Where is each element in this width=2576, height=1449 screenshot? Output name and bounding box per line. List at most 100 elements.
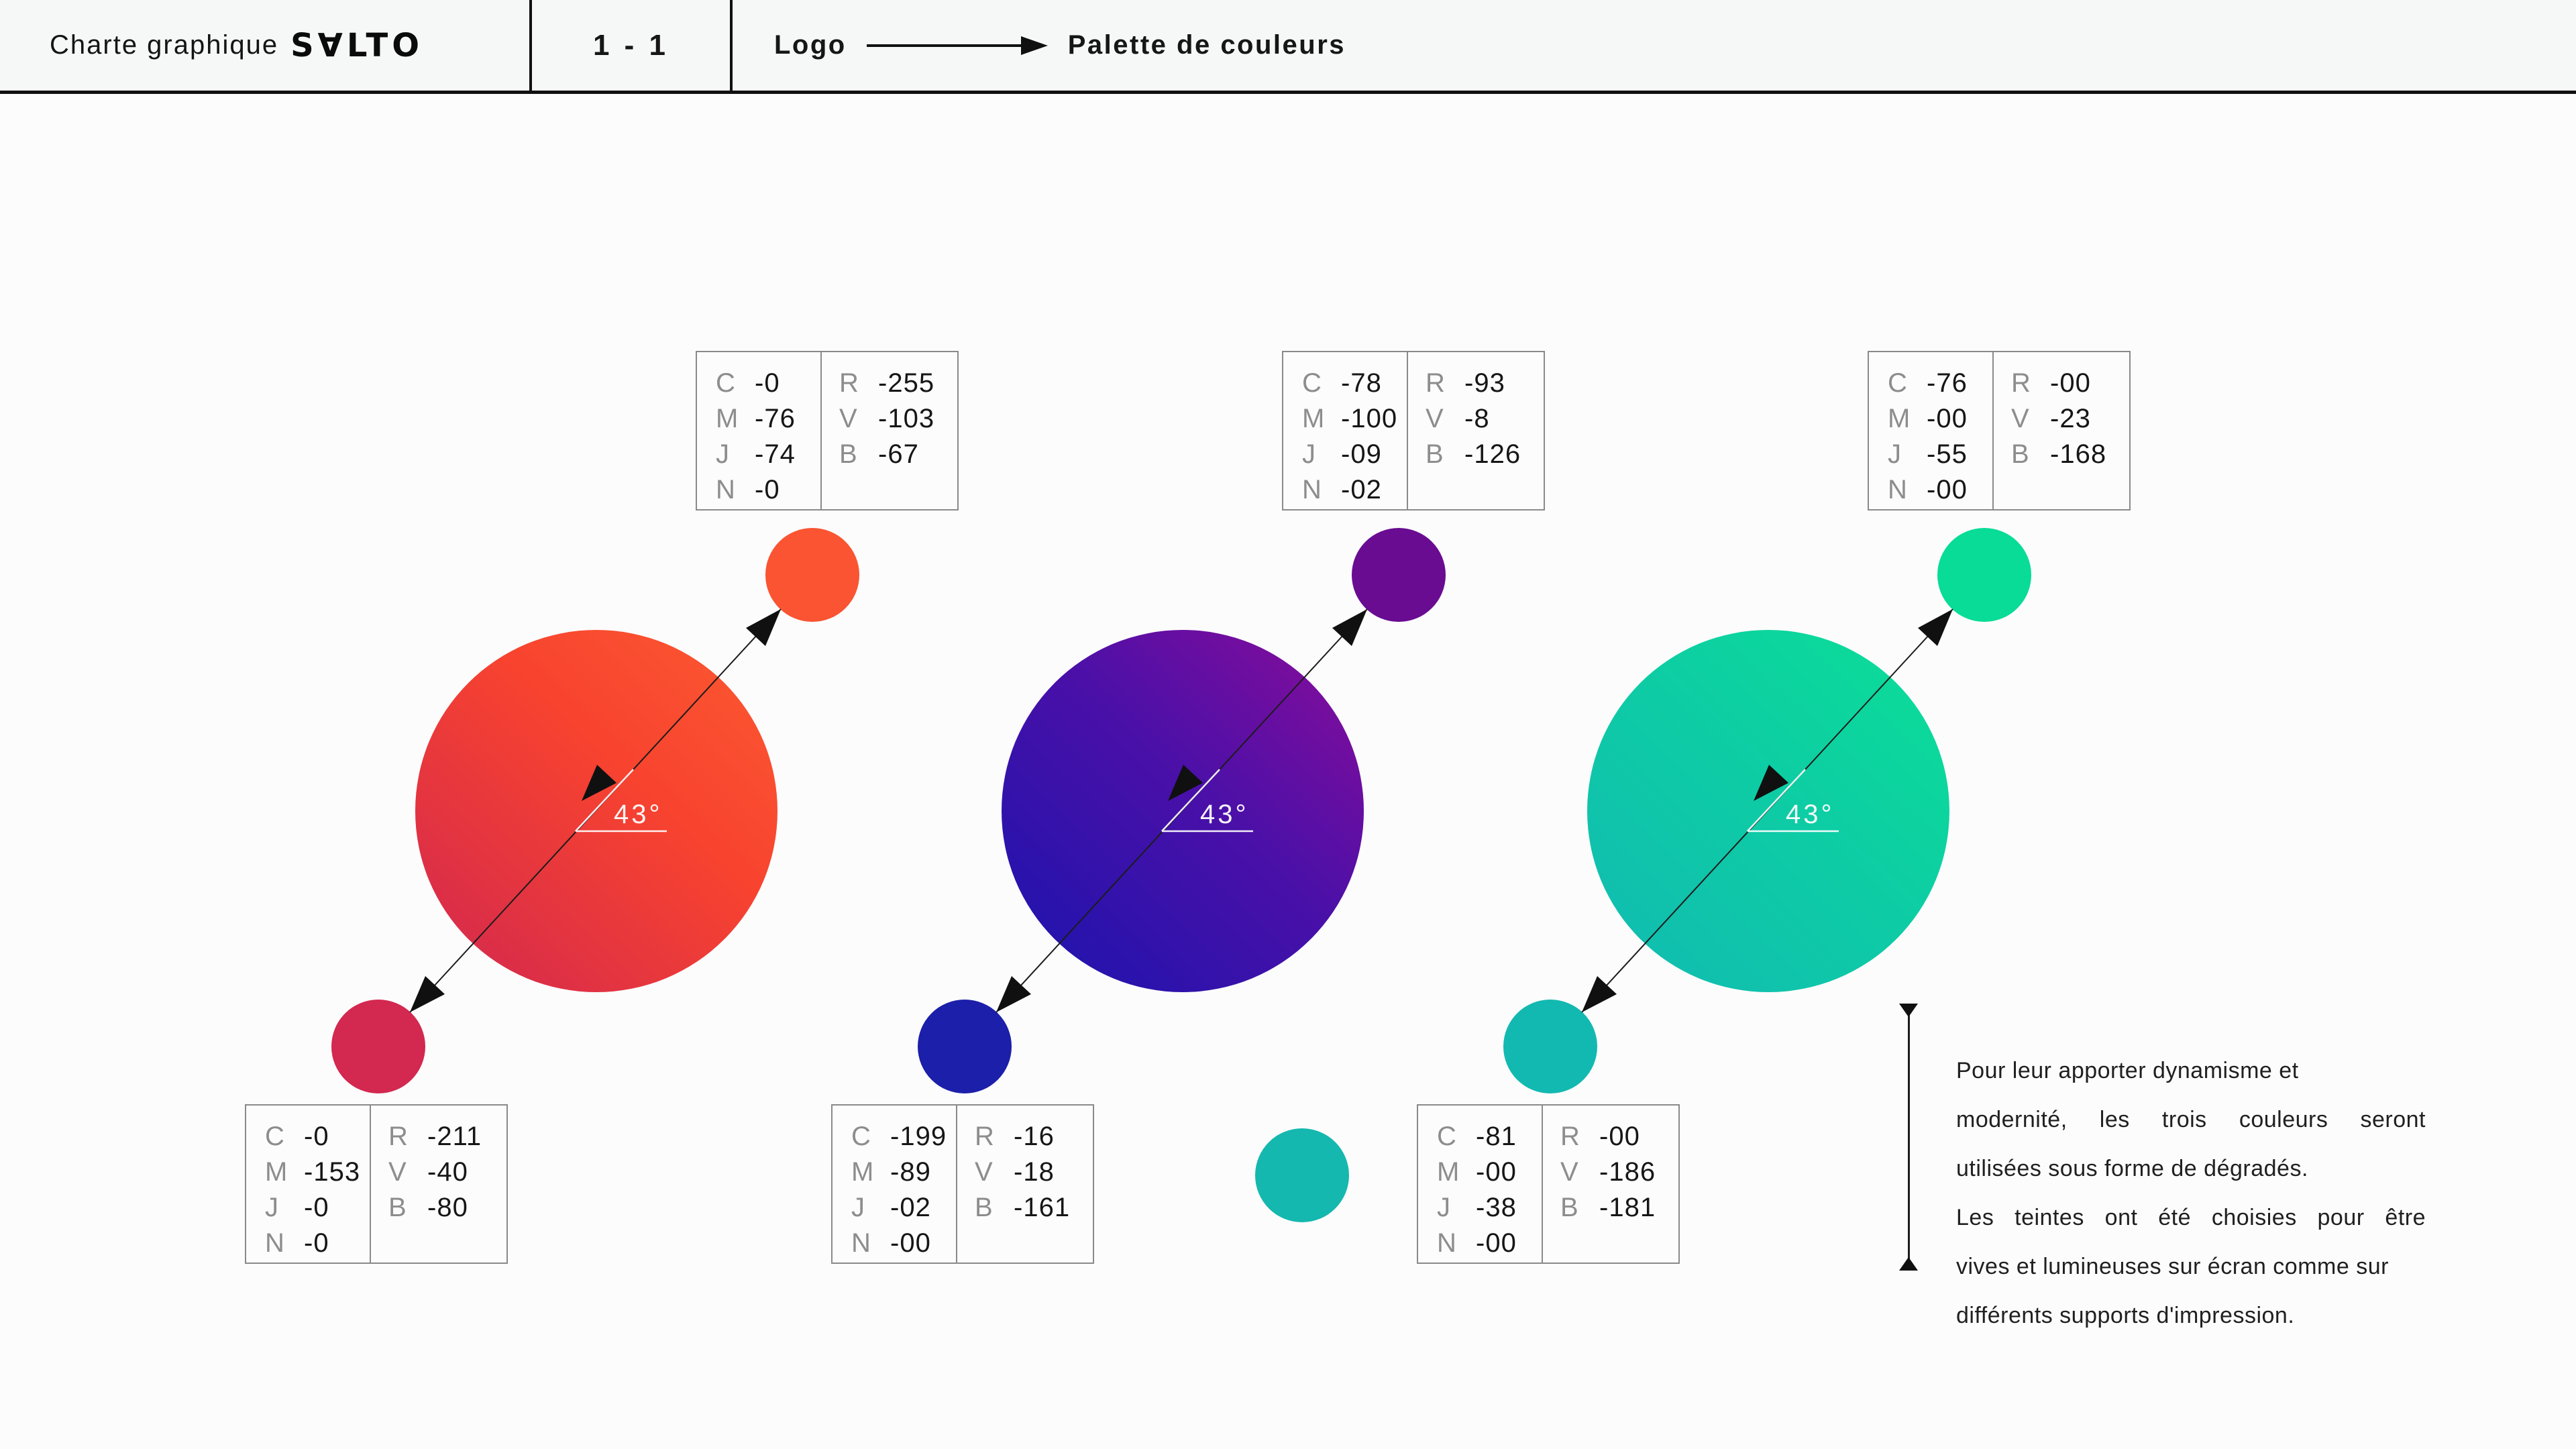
- color-component-letter: M: [851, 1157, 875, 1187]
- color-component-letter: R: [1560, 1122, 1580, 1151]
- header: Charte graphique S∀LTO 1 - 1 Logo Palett…: [0, 0, 2576, 94]
- color-component-value: -02: [890, 1193, 931, 1222]
- document-title: Charte graphique: [50, 30, 279, 60]
- arrowhead-bottom-icon: [996, 976, 1031, 1012]
- color-value-row: C -76: [1888, 366, 1992, 401]
- color-component-value: -55: [1927, 439, 1968, 469]
- color-value-row: N -00: [851, 1226, 956, 1261]
- breadcrumb-subsection: Palette de couleurs: [1067, 30, 1346, 60]
- color-component-letter: V: [1560, 1157, 1579, 1187]
- color-component-value: -40: [427, 1157, 468, 1187]
- color-value-row: J -38: [1437, 1190, 1542, 1226]
- gradient-endpoint-circle-bottom: [331, 1000, 425, 1093]
- color-component-letter: J: [716, 439, 730, 469]
- note-line: vives et lumineuses sur écran comme sur: [1956, 1254, 2389, 1279]
- color-component-value: -0: [304, 1122, 329, 1151]
- color-component-letter: M: [1437, 1157, 1460, 1187]
- color-component-letter: N: [851, 1228, 871, 1258]
- color-value-row: V -40: [388, 1155, 506, 1190]
- color-component-letter: J: [265, 1193, 279, 1222]
- color-component-letter: V: [388, 1157, 407, 1187]
- rvb-values: R -211 V -40 B -80: [371, 1106, 506, 1263]
- color-value-row: B -161: [975, 1190, 1093, 1226]
- color-component-letter: V: [2011, 404, 2030, 433]
- color-component-letter: C: [716, 368, 736, 398]
- color-values-box-top: C -76 M -00 J -55 N -00 R -00 V -23 B -168: [1868, 351, 2131, 511]
- cmjn-values: C -199 M -89 J -02 N -00: [833, 1106, 957, 1263]
- color-component-letter: B: [388, 1193, 407, 1222]
- note-measure-line: [1908, 1015, 1910, 1268]
- color-component-letter: B: [975, 1193, 994, 1222]
- color-values-box-bottom: C -0 M -153 J -0 N -0 R -211 V -40 B -80: [245, 1104, 508, 1264]
- color-value-row: C -0: [265, 1119, 370, 1155]
- color-value-row: M -153: [265, 1155, 370, 1190]
- header-title-cell: Charte graphique S∀LTO: [0, 0, 532, 91]
- color-value-row: M -00: [1437, 1155, 1542, 1190]
- cmjn-values: C -76 M -00 J -55 N -00: [1869, 352, 1994, 509]
- arrow-right-icon: [866, 36, 1048, 55]
- color-component-value: -186: [1599, 1157, 1656, 1187]
- color-component-value: -153: [304, 1157, 361, 1187]
- color-component-value: -80: [427, 1193, 468, 1222]
- color-value-row: M -00: [1888, 401, 1992, 437]
- arrowhead-top-icon: [1918, 609, 1953, 646]
- color-component-letter: J: [1302, 439, 1316, 469]
- color-value-row: R -16: [975, 1119, 1093, 1155]
- color-component-value: -00: [2050, 368, 2091, 398]
- color-values-box-bottom: C -199 M -89 J -02 N -00 R -16 V -18 B -161: [831, 1104, 1094, 1264]
- gradient-endpoint-circle-bottom: [918, 1000, 1012, 1093]
- color-component-letter: M: [1888, 404, 1911, 433]
- color-component-letter: R: [388, 1122, 409, 1151]
- color-component-value: -161: [1014, 1193, 1071, 1222]
- color-component-letter: N: [1888, 475, 1908, 504]
- color-component-value: -199: [890, 1122, 947, 1151]
- color-component-letter: C: [1302, 368, 1322, 398]
- breadcrumb-section: Logo: [774, 30, 847, 60]
- color-component-letter: C: [1437, 1122, 1457, 1151]
- cmjn-values: C -81 M -00 J -38 N -00: [1418, 1106, 1543, 1263]
- gradient-circle-large: [415, 630, 777, 992]
- color-component-value: -81: [1476, 1122, 1517, 1151]
- color-component-letter: R: [2011, 368, 2031, 398]
- color-value-row: B -168: [2011, 437, 2129, 472]
- color-component-letter: B: [1560, 1193, 1579, 1222]
- rvb-values: R -00 V -23 B -168: [1994, 352, 2129, 509]
- gradient-endpoint-circle-top: [1937, 528, 2031, 622]
- note-line: Pour leur apporter dynamisme et: [1956, 1058, 2299, 1083]
- arrowhead-top-icon: [1332, 609, 1367, 646]
- color-component-value: -00: [1599, 1122, 1640, 1151]
- page-number: 1 - 1: [532, 0, 733, 91]
- color-component-value: -00: [1476, 1228, 1517, 1258]
- gradient-endpoint-circle-bottom: [1503, 1000, 1597, 1093]
- color-component-letter: V: [975, 1157, 994, 1187]
- color-component-letter: C: [1888, 368, 1908, 398]
- measure-arrow-bottom-icon: [1899, 1257, 1918, 1271]
- color-component-letter: C: [265, 1122, 285, 1151]
- teal-accent-dot: [1255, 1128, 1349, 1222]
- color-component-letter: M: [265, 1157, 288, 1187]
- color-value-row: M -89: [851, 1155, 956, 1190]
- color-component-value: -76: [1927, 368, 1968, 398]
- color-component-value: -0: [304, 1228, 329, 1258]
- color-component-letter: N: [1437, 1228, 1457, 1258]
- brand-logo: S∀LTO: [290, 26, 424, 64]
- note-line: Les teintes ont été choisies pour être: [1956, 1205, 2426, 1230]
- color-value-row: N -00: [1437, 1226, 1542, 1261]
- gradient-circle-large: [1587, 630, 1949, 992]
- color-component-value: -0: [755, 368, 780, 398]
- color-component-letter: J: [851, 1193, 865, 1222]
- arrowhead-bottom-icon: [1582, 976, 1617, 1012]
- color-component-letter: B: [2011, 439, 2030, 469]
- note-line: différents supports d'impression.: [1956, 1303, 2295, 1328]
- usage-note: Pour leur apporter dynamisme et modernit…: [1956, 1046, 2426, 1340]
- color-component-value: -23: [2050, 404, 2091, 433]
- note-line: modernité, les trois couleurs seront: [1956, 1107, 2426, 1132]
- charte-graphique-page: Charte graphique S∀LTO 1 - 1 Logo Palett…: [0, 0, 2576, 1449]
- color-component-value: -168: [2050, 439, 2107, 469]
- color-value-row: J -55: [1888, 437, 1992, 472]
- color-value-row: C -81: [1437, 1119, 1542, 1155]
- color-component-letter: M: [1302, 404, 1326, 433]
- rvb-values: R -00 V -186 B -181: [1543, 1106, 1678, 1263]
- color-value-row: N -00: [1888, 472, 1992, 508]
- color-component-value: -0: [755, 475, 780, 504]
